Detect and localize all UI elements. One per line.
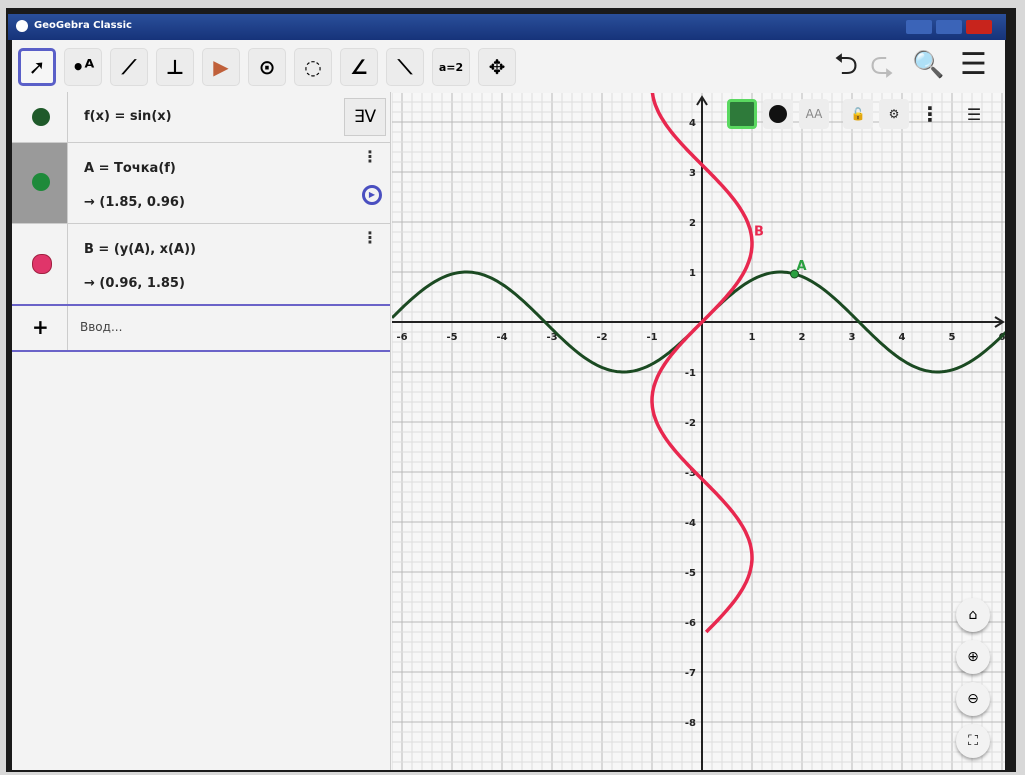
fullscreen-button[interactable]: ⛶ xyxy=(956,724,990,758)
color-button[interactable] xyxy=(727,99,757,129)
algebra-item-f[interactable]: f(x) = sin(x) ∃V xyxy=(12,92,390,143)
reflect-tool[interactable]: ⟍ xyxy=(386,48,424,86)
title-bar: GeoGebra Classic xyxy=(8,14,1006,40)
line-tool[interactable]: ⟋ xyxy=(110,48,148,86)
toggle-style-bar-icon[interactable]: ☰ xyxy=(959,99,989,129)
minimize-button[interactable] xyxy=(906,20,932,34)
value-B: → (0.96, 1.85) xyxy=(84,276,185,291)
x-tick-label: 2 xyxy=(799,332,806,343)
graphics-style-bar: AA 🔓 ⚙ ⋮ ☰ xyxy=(727,95,1007,133)
gear-icon[interactable]: ⚙ xyxy=(879,99,909,129)
add-icon[interactable]: + xyxy=(12,306,68,350)
graphics-view[interactable]: -6 -5 -4 -3 -2 -1 1 2 3 4 5 64321-1-2-3-4-5-6-7-8AB xyxy=(392,93,1005,770)
y-tick-label: -2 xyxy=(685,418,696,429)
definition-f[interactable]: f(x) = sin(x) xyxy=(84,109,172,124)
polygon-tool[interactable]: ▶ xyxy=(202,48,240,86)
color-dot[interactable] xyxy=(32,254,52,274)
maximize-button[interactable] xyxy=(936,20,962,34)
visibility-toggle[interactable] xyxy=(12,92,68,142)
x-tick-label: -2 xyxy=(596,332,607,343)
y-tick-label: 3 xyxy=(689,168,696,179)
x-tick-label: 1 xyxy=(749,332,756,343)
y-tick-label: 1 xyxy=(689,268,696,279)
x-tick-label: -1 xyxy=(646,332,657,343)
value-A: → (1.85, 0.96) xyxy=(84,195,185,210)
circle-tool[interactable]: ⊙ xyxy=(248,48,286,86)
ellipse-tool[interactable]: ◌ xyxy=(294,48,332,86)
move-graphics-view-tool[interactable]: ✥ xyxy=(478,48,516,86)
move-tool[interactable]: ➚ xyxy=(18,48,56,86)
move-tool-icon: ➚ xyxy=(28,55,46,79)
y-tick-label: -8 xyxy=(685,718,696,729)
home-button[interactable]: ⌂ xyxy=(956,598,990,632)
play-animation-icon[interactable]: ▶ xyxy=(362,185,382,205)
window-title: GeoGebra Classic xyxy=(34,20,132,31)
color-dot[interactable] xyxy=(32,108,50,126)
algebra-item-A[interactable]: A = Точка(f) → (1.85, 0.96) ⋮ ▶ xyxy=(12,143,390,224)
point-tool-icon: •ᴬ xyxy=(71,55,95,79)
more-options-icon[interactable]: ⋮ xyxy=(362,147,378,166)
redo-icon[interactable]: ⮎ xyxy=(870,50,894,80)
move-graphics-view-tool-icon: ✥ xyxy=(488,55,506,79)
algebra-input-row[interactable]: + Ввод... xyxy=(12,306,390,352)
y-tick-label: -6 xyxy=(685,618,696,629)
y-tick-label: -1 xyxy=(685,368,696,379)
point-style-button[interactable] xyxy=(763,99,793,129)
definition-B[interactable]: B = (y(A), x(A)) xyxy=(84,242,196,257)
definition-A[interactable]: A = Точка(f) xyxy=(84,161,176,176)
x-tick-label: 5 xyxy=(949,332,956,343)
angle-tool[interactable]: ∠ xyxy=(340,48,378,86)
geogebra-logo-icon xyxy=(16,20,28,32)
close-button[interactable] xyxy=(966,20,992,34)
x-tick-label: -5 xyxy=(446,332,457,343)
point-A-label: A xyxy=(797,259,807,274)
x-tick-label: 3 xyxy=(849,332,856,343)
perpendicular-line-tool-icon: ⊥ xyxy=(165,55,185,79)
perpendicular-line-tool[interactable]: ⊥ xyxy=(156,48,194,86)
label-style-button[interactable]: AA xyxy=(799,99,829,129)
y-tick-label: 4 xyxy=(689,118,696,129)
slider-tool-icon: a=2 xyxy=(438,60,464,74)
y-tick-label: -4 xyxy=(685,518,696,529)
algebra-view: f(x) = sin(x) ∃V A = Точка(f) → (1.85, 0… xyxy=(12,92,391,770)
reflect-tool-icon: ⟍ xyxy=(398,55,412,79)
point-B-label: B xyxy=(754,225,764,240)
color-dot[interactable] xyxy=(32,173,50,191)
search-icon[interactable]: 🔍 xyxy=(912,50,944,80)
polygon-tool-icon: ▶ xyxy=(213,55,229,79)
algebra-description-toggle[interactable]: ∃V xyxy=(344,98,386,136)
more-options-icon[interactable]: ⋮ xyxy=(362,228,378,247)
y-tick-label: -7 xyxy=(685,668,696,679)
y-tick-label: 2 xyxy=(689,218,696,229)
visibility-toggle[interactable] xyxy=(12,224,68,304)
slider-tool[interactable]: a=2 xyxy=(432,48,470,86)
menu-icon[interactable]: ☰ xyxy=(960,50,987,80)
circle-tool-icon: ⊙ xyxy=(258,55,276,79)
zoom-in-button[interactable]: ⊕ xyxy=(956,640,990,674)
x-tick-label: 4 xyxy=(899,332,906,343)
zoom-out-button[interactable]: ⊖ xyxy=(956,682,990,716)
x-tick-label: -4 xyxy=(496,332,507,343)
y-tick-label: -5 xyxy=(685,568,696,579)
line-tool-icon: ⟋ xyxy=(122,55,136,79)
point-tool[interactable]: •ᴬ xyxy=(64,48,102,86)
lock-icon[interactable]: 🔓 xyxy=(843,99,873,129)
more-options-icon[interactable]: ⋮ xyxy=(915,99,945,129)
ellipse-tool-icon: ◌ xyxy=(304,55,322,79)
algebra-input[interactable]: Ввод... xyxy=(80,320,122,334)
angle-tool-icon: ∠ xyxy=(350,55,368,79)
x-tick-label: -6 xyxy=(396,332,407,343)
undo-icon[interactable]: ⮌ xyxy=(834,50,858,80)
algebra-item-B[interactable]: B = (y(A), x(A)) → (0.96, 1.85) ⋮ xyxy=(12,224,390,306)
visibility-toggle[interactable] xyxy=(12,143,68,223)
